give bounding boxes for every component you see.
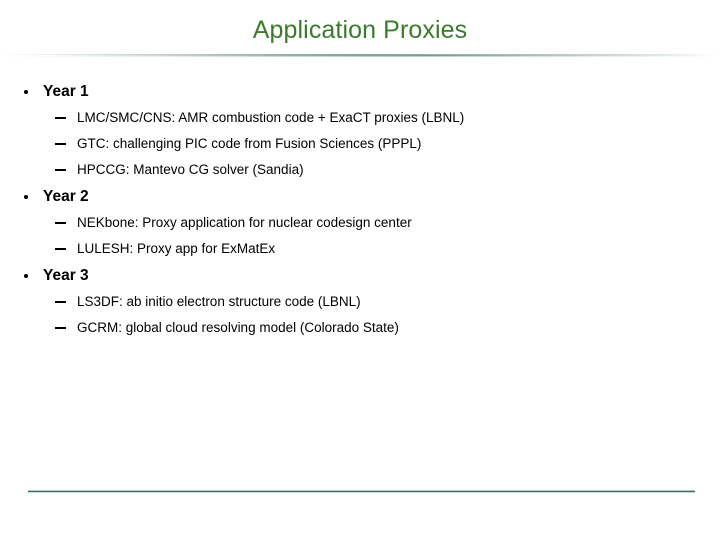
list-item: NEKbone: Proxy application for nuclear c… (0, 210, 720, 236)
dash-bullet-icon (55, 143, 66, 145)
footer-divider-line-3 (28, 492, 695, 493)
dash-bullet-icon (55, 117, 66, 119)
list-item: GTC: challenging PIC code from Fusion Sc… (0, 131, 720, 157)
title-divider (0, 54, 720, 57)
list-item: GCRM: global cloud resolving model (Colo… (0, 315, 720, 341)
bullet-group-year-1: Year 1 LMC/SMC/CNS: AMR combustion code … (0, 78, 720, 183)
slide-title-area: Application Proxies (0, 9, 720, 51)
slide-body: Year 1 LMC/SMC/CNS: AMR combustion code … (0, 78, 720, 341)
dash-bullet-icon (55, 169, 66, 171)
dash-bullet-icon (55, 301, 66, 303)
bullet-heading-label: Year 1 (43, 82, 89, 100)
bullet-heading-label: Year 2 (43, 187, 89, 205)
list-item-label: LMC/SMC/CNS: AMR combustion code + ExaCT… (77, 110, 465, 126)
page-title: Application Proxies (252, 15, 468, 44)
list-item-label: GCRM: global cloud resolving model (Colo… (77, 320, 399, 336)
footer-divider (28, 490, 695, 493)
bullet-group-year-2: Year 2 NEKbone: Proxy application for nu… (0, 183, 720, 262)
dash-bullet-icon (55, 248, 66, 250)
bullet-heading-year-2: Year 2 (0, 183, 720, 210)
bullet-dot-icon (24, 194, 28, 199)
bullet-dot-icon (24, 273, 28, 278)
list-item: HPCCG: Mantevo CG solver (Sandia) (0, 157, 720, 183)
bullet-heading-year-3: Year 3 (0, 262, 720, 289)
list-item-label: HPCCG: Mantevo CG solver (Sandia) (77, 162, 304, 178)
bullet-group-year-3: Year 3 LS3DF: ab initio electron structu… (0, 262, 720, 341)
dash-bullet-icon (55, 327, 66, 329)
list-item-label: LS3DF: ab initio electron structure code… (77, 294, 361, 310)
bullet-dot-icon (24, 89, 28, 94)
dash-bullet-icon (55, 222, 66, 224)
title-divider-line-3 (0, 56, 720, 57)
bullet-heading-year-1: Year 1 (0, 78, 720, 105)
slide-canvas: Application Proxies Year 1 LMC/SMC/CNS: … (0, 0, 720, 540)
list-item-label: GTC: challenging PIC code from Fusion Sc… (77, 136, 422, 152)
list-item: LS3DF: ab initio electron structure code… (0, 289, 720, 315)
bullet-heading-label: Year 3 (43, 266, 89, 284)
list-item: LMC/SMC/CNS: AMR combustion code + ExaCT… (0, 105, 720, 131)
list-item-label: NEKbone: Proxy application for nuclear c… (77, 215, 412, 231)
list-item-label: LULESH: Proxy app for ExMatEx (77, 241, 276, 257)
list-item: LULESH: Proxy app for ExMatEx (0, 236, 720, 262)
